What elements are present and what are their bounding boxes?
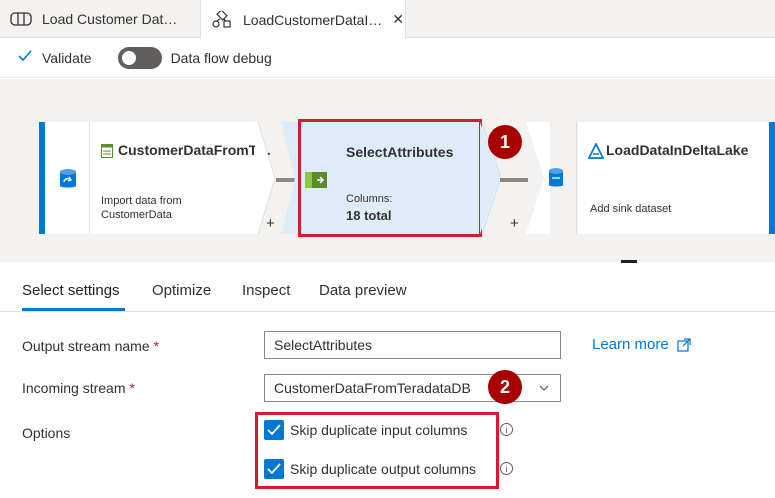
toolbar: Validate Data flow debug [0, 38, 775, 78]
tab-dataflow[interactable]: LoadCustomerDataI… ✕ [200, 0, 406, 39]
checkmark-icon [18, 49, 32, 67]
skip-duplicate-output-checkbox[interactable]: Skip duplicate output columns [264, 459, 476, 479]
select-transform-icon [305, 172, 327, 193]
active-tab-indicator [22, 308, 125, 311]
validate-label: Validate [42, 49, 92, 66]
add-transform-button-2[interactable]: + [510, 215, 519, 232]
tab-label: LoadCustomerDataI… [243, 11, 383, 28]
source-node-title: CustomerDataFromT… [118, 142, 272, 158]
tab-select-settings[interactable]: Select settings [22, 282, 120, 299]
output-stream-value: SelectAttributes [274, 337, 373, 353]
table-icon [101, 144, 113, 163]
toggle-knob [121, 50, 136, 65]
connector-line-2 [500, 178, 528, 182]
columns-value: 18 total [346, 208, 392, 223]
skip-duplicate-output-label: Skip duplicate output columns [290, 461, 476, 477]
external-link-icon [677, 337, 691, 352]
add-transform-button[interactable]: + [266, 215, 275, 232]
required-mark: * [153, 338, 160, 354]
tab-data-preview[interactable]: Data preview [319, 282, 407, 299]
source-node[interactable]: CustomerDataFromT… Import data from Cust… [90, 122, 271, 234]
incoming-stream-label-text: Incoming stream [22, 380, 126, 396]
sink-icon-panel [532, 122, 577, 234]
tab-inspect[interactable]: Inspect [242, 282, 290, 299]
sink-node-accent [769, 122, 775, 234]
delta-lake-icon [587, 141, 605, 164]
skip-duplicate-input-checkbox[interactable]: Skip duplicate input columns [264, 420, 467, 440]
dataflow-canvas[interactable]: CustomerDataFromT… Import data from Cust… [0, 79, 775, 263]
debug-toggle[interactable] [117, 46, 162, 69]
sink-node-subtitle: Add sink dataset [590, 203, 672, 215]
validate-button[interactable]: Validate [18, 49, 92, 67]
callout-badge-2: 2 [488, 370, 522, 404]
checkbox-checked-icon [264, 420, 284, 440]
tab-pipeline[interactable]: Load Customer Dat… [0, 0, 200, 38]
learn-more-label: Learn more [592, 336, 669, 353]
settings-tabs: Select settings Optimize Inspect Data pr… [0, 262, 775, 312]
source-node-subtitle: Import data from CustomerData [101, 195, 182, 221]
output-stream-input[interactable]: SelectAttributes [264, 331, 561, 359]
checkbox-checked-icon [264, 459, 284, 479]
tab-bar: Load Customer Dat… LoadCustomerDataI… ✕ [0, 0, 775, 39]
sink-node-title: LoadDataInDeltaLake [606, 142, 749, 158]
pipeline-icon [10, 10, 32, 28]
skip-duplicate-input-label: Skip duplicate input columns [290, 422, 468, 438]
debug-label: Data flow debug [170, 49, 272, 66]
required-mark: * [129, 380, 135, 396]
select-node-title: SelectAttributes [346, 144, 454, 160]
options-label: Options [22, 425, 71, 441]
sink-node[interactable]: LoadDataInDeltaLake Add sink dataset [578, 122, 769, 234]
incoming-stream-label: Incoming stream * [22, 380, 135, 396]
incoming-stream-value: CustomerDataFromTeradataDB [274, 380, 471, 396]
output-stream-label-text: Output stream name [22, 338, 150, 354]
output-stream-label: Output stream name * [22, 338, 159, 354]
select-node[interactable]: SelectAttributes Columns: 18 total [298, 119, 482, 237]
dataflow-icon [211, 10, 233, 29]
learn-more-link[interactable]: Learn more [592, 336, 691, 353]
columns-label: Columns: [346, 193, 393, 205]
close-icon[interactable]: ✕ [392, 11, 404, 28]
info-icon-2[interactable]: i [500, 462, 513, 475]
info-icon[interactable]: i [500, 423, 513, 436]
sink-database-icon [548, 167, 564, 194]
tab-optimize[interactable]: Optimize [152, 282, 211, 299]
tab-label: Load Customer Dat… [42, 11, 178, 27]
callout-badge-1: 1 [488, 125, 522, 159]
chevron-down-icon [538, 379, 550, 400]
source-icon-panel [45, 122, 90, 234]
source-database-icon [59, 168, 77, 195]
